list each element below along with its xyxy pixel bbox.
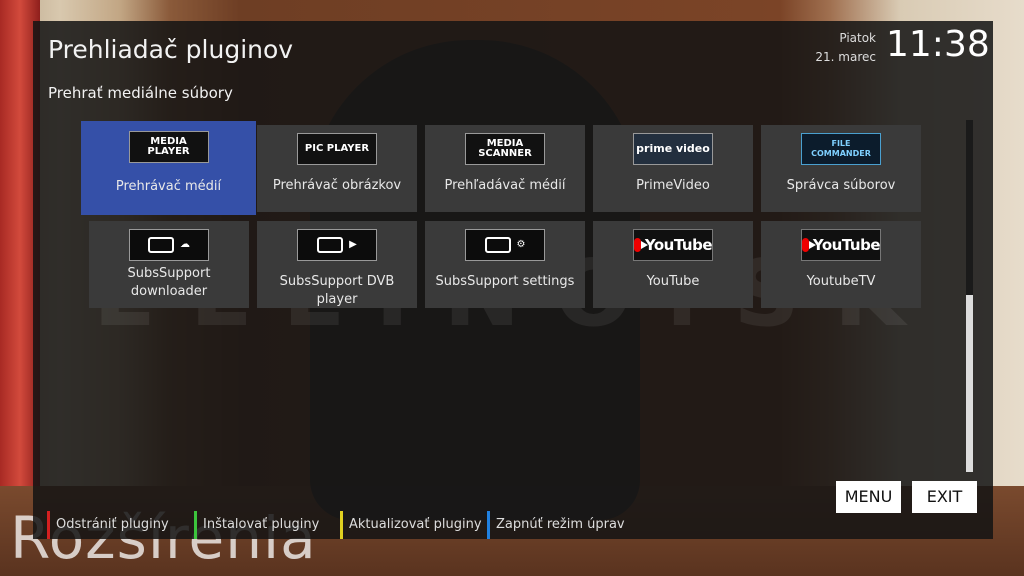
menu-button[interactable]: MENU — [836, 481, 901, 513]
scrollbar[interactable] — [966, 120, 973, 472]
plugin-label: Prehrávač obrázkov — [272, 178, 402, 193]
subs-play-icon: ▶ — [297, 229, 377, 261]
exit-button[interactable]: EXIT — [912, 481, 977, 513]
plugin-tile-subs-downloader[interactable]: ☁ SubsSupport downloader — [89, 221, 249, 308]
plugin-label: SubsSupport downloader — [127, 266, 211, 299]
plugin-label: YouTube — [646, 274, 700, 289]
youtube-icon: YouTube — [801, 229, 881, 261]
green-key-icon — [194, 511, 197, 539]
plugin-tile-pic-player[interactable]: PIC PLAYER Prehrávač obrázkov — [257, 125, 417, 212]
footer-red-remove-plugins[interactable]: Odstrániť pluginy — [47, 511, 169, 539]
clock: 11:38 — [886, 24, 990, 65]
plugin-tile-subs-settings[interactable]: ⚙ SubsSupport settings — [425, 221, 585, 308]
footer-blue-edit-mode[interactable]: Zapnúť režim úprav — [487, 511, 625, 539]
plugin-label: SubsSupport settings — [435, 274, 575, 289]
footer-label: Zapnúť režim úprav — [496, 517, 625, 532]
page-subtitle: Prehrať mediálne súbory — [48, 84, 233, 102]
plugin-tile-media-scanner[interactable]: MEDIA SCANNER Prehľadávač médií — [425, 125, 585, 212]
footer-label: Aktualizovať pluginy — [349, 517, 482, 532]
plugin-tile-youtubetv[interactable]: YouTube YoutubeTV — [761, 221, 921, 308]
plugin-tile-file-commander[interactable]: FILE COMMANDER Správca súborov — [761, 125, 921, 212]
media-scanner-icon: MEDIA SCANNER — [465, 133, 545, 165]
plugin-label: PrimeVideo — [636, 178, 710, 193]
subs-download-icon: ☁ — [129, 229, 209, 261]
red-key-icon — [47, 511, 50, 539]
file-commander-icon: FILE COMMANDER — [801, 133, 881, 165]
day-label: Piatok — [839, 31, 876, 45]
plugin-label: YoutubeTV — [806, 274, 876, 289]
blue-key-icon — [487, 511, 490, 539]
yellow-key-icon — [340, 511, 343, 539]
plugin-tile-subs-dvb-player[interactable]: ▶ SubsSupport DVB player — [257, 221, 417, 308]
plugin-tile-media-player[interactable]: MEDIA PLAYER Prehrávač médií — [81, 121, 256, 215]
prime-video-icon: prime video — [633, 133, 713, 165]
plugin-label: Prehrávač médií — [115, 179, 222, 194]
media-player-icon: MEDIA PLAYER — [128, 131, 209, 163]
subs-settings-icon: ⚙ — [465, 229, 545, 261]
date-label: 21. marec — [815, 50, 876, 64]
footer-label: Odstrániť pluginy — [56, 517, 169, 532]
youtube-icon: YouTube — [633, 229, 713, 261]
plugin-tile-prime-video[interactable]: prime video PrimeVideo — [593, 125, 753, 212]
footer-label: Inštalovať pluginy — [203, 517, 320, 532]
page-title: Prehliadač pluginov — [48, 35, 294, 64]
scrollbar-thumb[interactable] — [966, 295, 973, 472]
footer-green-install-plugins[interactable]: Inštalovať pluginy — [194, 511, 319, 539]
plugin-label: Prehľadávač médií — [444, 178, 566, 193]
pic-player-icon: PIC PLAYER — [297, 133, 377, 165]
footer-yellow-update-plugins[interactable]: Aktualizovať pluginy — [340, 511, 482, 539]
plugin-label: SubsSupport DVB player — [279, 274, 395, 307]
plugin-tile-youtube[interactable]: YouTube YouTube — [593, 221, 753, 308]
plugin-label: Správca súborov — [786, 178, 896, 193]
